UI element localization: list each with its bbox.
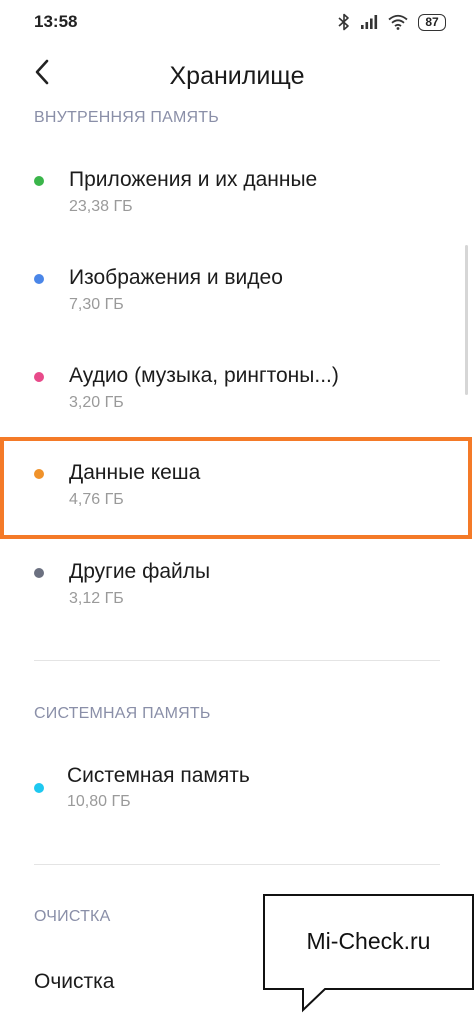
status-dot	[34, 274, 44, 284]
status-dot	[34, 783, 44, 793]
divider	[34, 864, 440, 865]
item-label: Аудио (музыка, рингтоны...)	[69, 364, 339, 387]
storage-item-system[interactable]: Системная память 10,80 ГБ	[0, 750, 474, 832]
page-title: Хранилище	[169, 62, 305, 90]
highlight-frame	[0, 437, 472, 539]
cleanup-item[interactable]: Очистка	[34, 970, 114, 994]
status-time: 13:58	[34, 12, 78, 31]
watermark-text: Mi-Check.ru	[306, 928, 431, 954]
header: Хранилище	[0, 48, 474, 104]
item-label: Изображения и видео	[69, 266, 283, 289]
storage-item-other-files[interactable]: Другие файлы 3,12 ГБ	[0, 546, 474, 628]
item-label: Приложения и их данные	[69, 168, 318, 191]
status-dot	[34, 568, 44, 578]
watermark-logo: Mi-Check.ru	[263, 894, 474, 1013]
section-header-system-memory: СИСТЕМНАЯ ПАМЯТЬ	[34, 705, 211, 722]
item-size: 23,38 ГБ	[69, 198, 133, 215]
section-header-internal-memory: ВНУТРЕННЯЯ ПАМЯТЬ	[34, 109, 219, 126]
item-label: Другие файлы	[69, 560, 211, 583]
item-size: 7,30 ГБ	[69, 296, 124, 313]
item-size: 3,12 ГБ	[69, 590, 124, 607]
item-label: Системная память	[67, 764, 250, 787]
divider	[34, 660, 440, 661]
signal-icon	[360, 14, 378, 30]
battery-indicator: 87	[418, 13, 446, 31]
scrollbar[interactable]	[465, 245, 468, 395]
wifi-icon	[388, 14, 408, 30]
storage-item-audio[interactable]: Аудио (музыка, рингтоны...) 3,20 ГБ	[0, 350, 474, 432]
status-dot	[34, 176, 44, 186]
storage-item-apps[interactable]: Приложения и их данные 23,38 ГБ	[0, 154, 474, 236]
status-icons: 87	[338, 12, 446, 32]
bluetooth-icon	[338, 13, 350, 31]
storage-item-images-video[interactable]: Изображения и видео 7,30 ГБ	[0, 252, 474, 334]
section-header-cleanup: ОЧИСТКА	[34, 908, 111, 925]
item-size: 3,20 ГБ	[69, 394, 124, 411]
item-size: 10,80 ГБ	[67, 793, 131, 810]
status-bar: 13:58 87	[0, 0, 474, 44]
status-dot	[34, 372, 44, 382]
